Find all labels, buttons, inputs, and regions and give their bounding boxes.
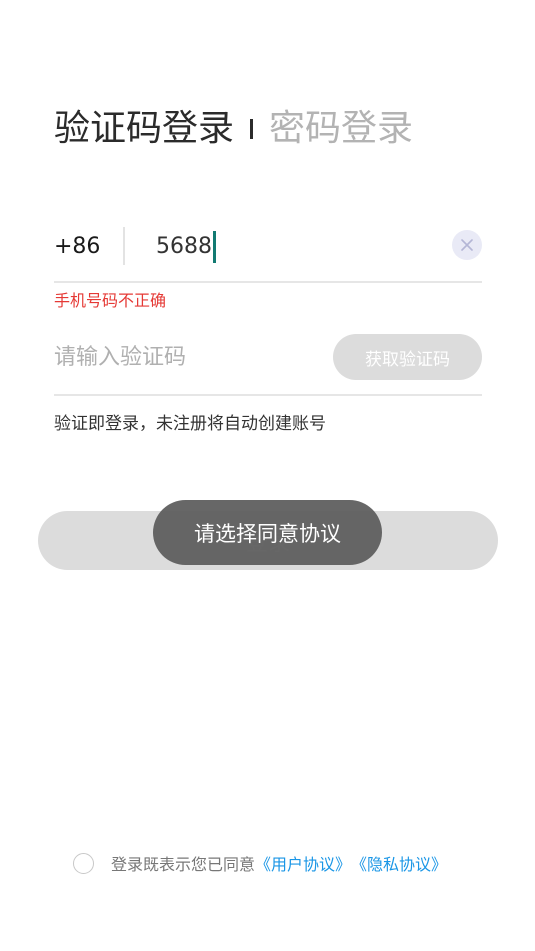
- close-icon: [461, 239, 473, 251]
- phone-input[interactable]: 5688: [156, 230, 216, 264]
- code-field-row: 请输入验证码 获取验证码: [54, 332, 482, 396]
- agreement-prefix: 登录既表示您已同意: [111, 855, 256, 874]
- get-code-button[interactable]: 获取验证码: [333, 334, 482, 380]
- phone-input-value: 5688: [156, 234, 212, 259]
- text-caret: [213, 231, 216, 263]
- privacy-agreement-link[interactable]: 《隐私协议》: [351, 851, 447, 875]
- toast-message: 请选择同意协议: [153, 500, 382, 565]
- agreement-row: 登录既表示您已同意 《用户协议》 《隐私协议》: [73, 850, 447, 876]
- login-tabs: 验证码登录 密码登录: [54, 104, 413, 154]
- tab-separator: [250, 119, 254, 139]
- phone-field-row: +86 5688: [54, 222, 482, 283]
- user-agreement-link[interactable]: 《用户协议》: [255, 851, 351, 875]
- login-hint: 验证即登录，未注册将自动创建账号: [54, 414, 326, 434]
- login-page: 验证码登录 密码登录 +86 5688 手机号码不正确 请输入验证码 获取验证码…: [0, 0, 535, 951]
- clear-phone-button[interactable]: [452, 230, 482, 260]
- agreement-checkbox[interactable]: [73, 852, 94, 874]
- phone-error-message: 手机号码不正确: [54, 291, 167, 310]
- country-code-selector[interactable]: +86: [54, 230, 100, 264]
- verification-code-input[interactable]: 请输入验证码: [54, 342, 186, 374]
- tab-code-login[interactable]: 验证码登录: [54, 104, 234, 154]
- tab-password-login[interactable]: 密码登录: [269, 104, 413, 154]
- divider: [123, 227, 125, 265]
